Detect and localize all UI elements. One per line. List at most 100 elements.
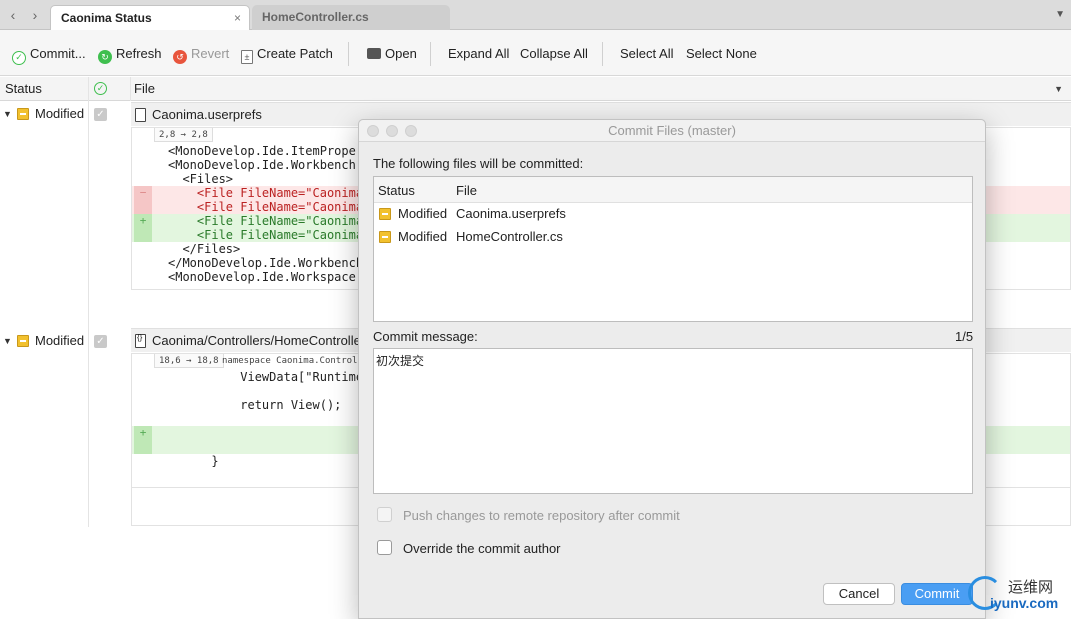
- status-column-header[interactable]: Status: [378, 183, 415, 198]
- modified-icon: [379, 231, 391, 243]
- cancel-button[interactable]: Cancel: [823, 583, 895, 605]
- toolbar-separator: [602, 42, 603, 66]
- commit-dialog: Commit Files (master) The following file…: [358, 119, 986, 619]
- file-column-header[interactable]: File: [134, 81, 155, 96]
- file-checkbox[interactable]: ✓: [94, 335, 107, 348]
- tab-label: HomeController.cs: [262, 10, 369, 24]
- close-window-icon[interactable]: [367, 125, 379, 137]
- table-row[interactable]: Modified Caonima.userprefs: [374, 203, 972, 225]
- back-arrow-icon[interactable]: ‹: [6, 7, 20, 23]
- gutter: [134, 454, 152, 468]
- override-author-checkbox[interactable]: [377, 540, 392, 555]
- watermark-cn: 运维网: [1008, 578, 1054, 596]
- gutter: [134, 242, 152, 256]
- watermark-en: iyunv.com: [990, 595, 1059, 611]
- minus-icon: −: [134, 186, 152, 200]
- folder-icon: [367, 48, 381, 59]
- diff-line-text: <MonoDevelop.Ide.ItemProper: [168, 144, 364, 158]
- revert-button[interactable]: ↺ Revert: [173, 45, 229, 64]
- plus-icon: +: [134, 214, 152, 228]
- push-changes-checkbox[interactable]: [377, 507, 392, 522]
- modified-icon: [379, 208, 391, 220]
- gutter: [134, 172, 152, 186]
- revert-icon: ↺: [173, 50, 187, 64]
- minus-icon: [134, 200, 152, 214]
- tab-bar: ‹ › Caonima Status × HomeController.cs ▼: [0, 0, 1071, 30]
- gutter: [134, 398, 152, 412]
- plus-icon: +: [134, 426, 152, 440]
- diff-line-text: </Files>: [168, 242, 241, 256]
- diff-line-text: <File FileName="Caonima: [168, 228, 364, 242]
- gutter: [134, 158, 152, 172]
- commit-message-label: Commit message:: [373, 329, 478, 344]
- modified-icon: [17, 335, 29, 347]
- file-column-header[interactable]: File: [456, 183, 477, 198]
- diff-line-text: <Files>: [168, 172, 234, 186]
- disclosure-triangle-icon[interactable]: ▼: [3, 330, 12, 352]
- commit-message-text: 初次提交: [376, 354, 425, 368]
- forward-arrow-icon[interactable]: ›: [28, 7, 42, 23]
- tab-label: Caonima Status: [61, 11, 152, 25]
- column-divider: [88, 77, 89, 527]
- refresh-icon: ↻: [98, 50, 112, 64]
- file-checkbox[interactable]: ✓: [94, 108, 107, 121]
- close-icon[interactable]: ×: [234, 6, 241, 31]
- diff-line-text: ViewData["Runtime: [168, 370, 364, 384]
- tab-menu-icon[interactable]: ▼: [1055, 9, 1065, 20]
- diff-line-text: <MonoDevelop.Ide.Workbench: [168, 158, 356, 172]
- hunk-header: 2,8 → 2,8: [154, 128, 213, 142]
- refresh-button[interactable]: ↻ Refresh: [98, 45, 162, 64]
- diff-line-text: <MonoDevelop.Ide.Workspace: [168, 270, 356, 284]
- select-all-button[interactable]: Select All: [620, 45, 673, 63]
- files-table: Status File Modified Caonima.userprefs M…: [373, 176, 973, 322]
- gutter: [134, 384, 152, 398]
- status-column-header[interactable]: Status: [5, 81, 42, 96]
- zoom-window-icon[interactable]: [405, 125, 417, 137]
- plus-icon: [134, 228, 152, 242]
- disclosure-triangle-icon[interactable]: ▼: [3, 103, 12, 125]
- commit-button[interactable]: Commit: [901, 583, 973, 605]
- diff-line-text: }: [168, 454, 219, 468]
- tab-caonima-status[interactable]: Caonima Status ×: [50, 5, 250, 30]
- check-circle-icon: ✓: [12, 51, 26, 65]
- select-none-button[interactable]: Select None: [686, 45, 757, 63]
- file-row-status[interactable]: ▼ Modified ✓: [0, 103, 130, 125]
- create-patch-button[interactable]: ± Create Patch: [241, 45, 333, 64]
- gutter: [134, 256, 152, 270]
- open-button[interactable]: Open: [367, 45, 417, 63]
- modified-icon: [17, 108, 29, 120]
- gutter: [134, 270, 152, 284]
- files-table-header: Status File: [374, 177, 972, 203]
- toolbar-separator: [430, 42, 431, 66]
- hunk-context: namespace Caonima.Controlle: [222, 356, 369, 366]
- gutter: [134, 370, 152, 384]
- hunk-header: 18,6 → 18,8: [154, 354, 224, 368]
- column-divider: [130, 77, 131, 101]
- commit-message-input[interactable]: 初次提交: [373, 348, 973, 494]
- toolbar-separator: [348, 42, 349, 66]
- toolbar: ✓ Commit... ↻ Refresh ↺ Revert ± Create Patc…: [0, 30, 1071, 76]
- override-author-label: Override the commit author: [403, 541, 561, 556]
- diff-line-text: <File FileName="Caonima: [168, 214, 364, 228]
- message-line-counter: 1/5: [955, 329, 974, 344]
- gutter: [134, 412, 152, 426]
- patch-icon: ±: [241, 50, 253, 64]
- column-menu-icon[interactable]: ▼: [1054, 84, 1063, 94]
- push-changes-label: Push changes to remote repository after …: [403, 508, 680, 523]
- file-row-status[interactable]: ▼ Modified ✓: [0, 330, 130, 352]
- minimize-window-icon[interactable]: [386, 125, 398, 137]
- collapse-all-button[interactable]: Collapse All: [520, 45, 588, 63]
- plus-icon: [134, 440, 152, 454]
- code-file-icon: [135, 333, 146, 348]
- files-label: The following files will be committed:: [373, 156, 584, 171]
- commit-button[interactable]: ✓ Commit...: [12, 45, 86, 65]
- table-row[interactable]: Modified HomeController.cs: [374, 226, 972, 248]
- check-circle-icon[interactable]: ✓: [94, 82, 107, 95]
- tab-homecontroller[interactable]: HomeController.cs: [252, 5, 450, 30]
- document-icon: [135, 108, 146, 122]
- watermark: 运维网 iyunv.com: [968, 574, 1071, 619]
- diff-line-text: <File FileName="Caonima: [168, 200, 364, 214]
- column-header: Status ✓ File ▼: [0, 77, 1071, 101]
- expand-all-button[interactable]: Expand All: [448, 45, 509, 63]
- diff-line-text: return View();: [168, 398, 342, 412]
